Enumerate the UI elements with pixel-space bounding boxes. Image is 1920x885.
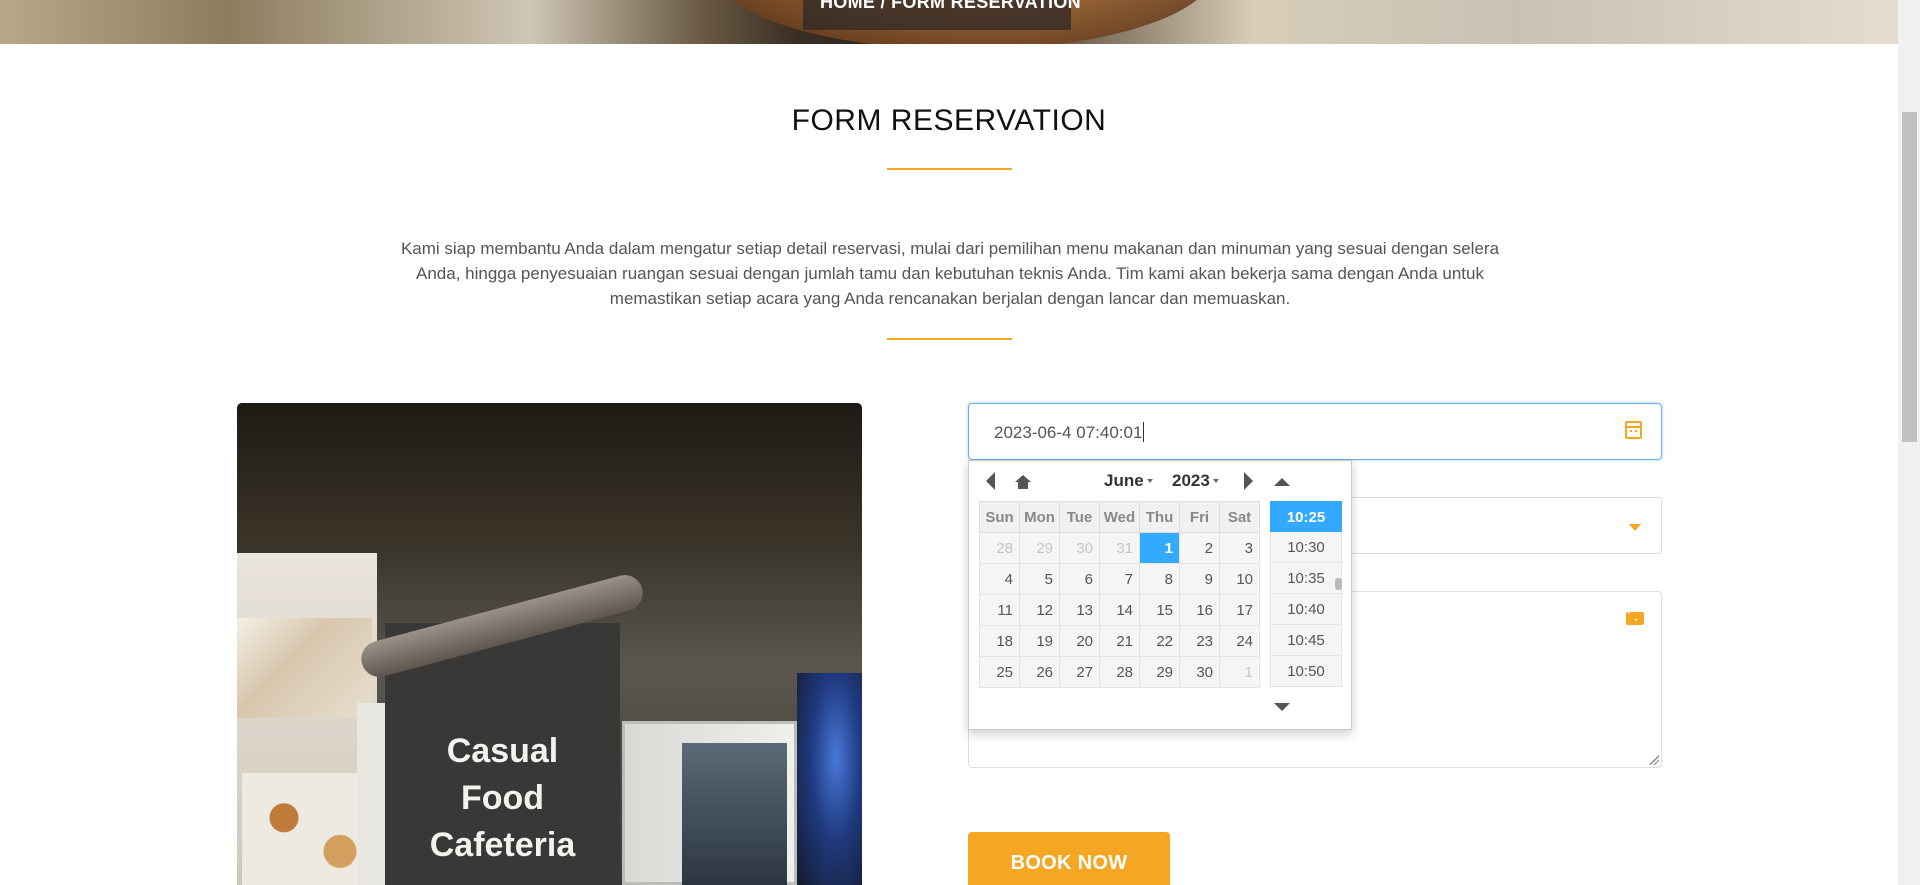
calendar-day[interactable]: 19	[1019, 625, 1060, 657]
weekday-header: Wed	[1099, 501, 1140, 533]
calendar-day[interactable]: 16	[1179, 594, 1220, 626]
hero-banner: HOME / FORM RESERVATION	[0, 0, 1898, 44]
calendar-day[interactable]: 30	[1059, 532, 1100, 564]
datetime-input-value: 2023-06-4 07:40:01	[994, 422, 1145, 443]
calendar-icon[interactable]	[1625, 421, 1642, 439]
prev-month-icon[interactable]	[986, 472, 995, 490]
calendar-day[interactable]: 9	[1179, 563, 1220, 595]
calendar-day[interactable]: 11	[979, 594, 1020, 626]
calendar-day[interactable]: 5	[1019, 563, 1060, 595]
calendar-day[interactable]: 29	[1139, 656, 1180, 688]
intro-text: Kami siap membantu Anda dalam mengatur s…	[400, 239, 1500, 308]
breadcrumb-separator: /	[880, 0, 886, 12]
calendar-day[interactable]: 1	[1219, 656, 1260, 688]
calendar-day[interactable]: 17	[1219, 594, 1260, 626]
datetime-input[interactable]: 2023-06-4 07:40:01	[968, 403, 1662, 460]
photo-ceiling	[237, 403, 862, 543]
year-label: 2023	[1172, 471, 1210, 490]
page-title: FORM RESERVATION	[791, 104, 1107, 137]
time-list-scrollbar[interactable]	[1335, 578, 1342, 590]
page-scrollbar-thumb[interactable]	[1902, 112, 1917, 442]
photo-fridge-glass	[682, 743, 787, 885]
year-select[interactable]: 2023	[1172, 471, 1219, 491]
calendar-day[interactable]: 8	[1139, 563, 1180, 595]
calendar-week: 28 29 30 31 1 2 3	[979, 532, 1260, 564]
calendar-day[interactable]: 18	[979, 625, 1020, 657]
photo-sign-text: Casual Food Cafeteria	[385, 728, 620, 869]
calendar-week: 4 5 6 7 8 9 10	[979, 563, 1260, 595]
calendar-grid: Sun Mon Tue Wed Thu Fri Sat 28 29 30 31 …	[979, 501, 1260, 688]
calendar-week: 25 26 27 28 29 30 1	[979, 656, 1260, 688]
weekday-header: Sun	[979, 501, 1020, 533]
time-option[interactable]: 10:40	[1270, 594, 1342, 625]
weekday-header: Thu	[1139, 501, 1180, 533]
calendar-day[interactable]: 22	[1139, 625, 1180, 657]
chevron-down-icon	[1629, 524, 1641, 531]
calendar-day[interactable]: 28	[979, 532, 1020, 564]
weekday-header-row: Sun Mon Tue Wed Thu Fri Sat	[979, 501, 1260, 533]
calendar-day[interactable]: 2	[1179, 532, 1220, 564]
datetime-picker: June 2023 Sun Mon Tue Wed Thu Fri Sat 28…	[968, 460, 1352, 730]
time-list: 10:25 10:30 10:35 10:40 10:45 10:50	[1270, 501, 1342, 687]
caret-down-icon	[1212, 479, 1219, 483]
calendar-day[interactable]: 10	[1219, 563, 1260, 595]
weekday-header: Tue	[1059, 501, 1100, 533]
weekday-header: Fri	[1179, 501, 1220, 533]
calendar-day[interactable]: 7	[1099, 563, 1140, 595]
time-scroll-up-icon[interactable]	[1274, 478, 1290, 486]
envelope-icon	[1626, 612, 1644, 625]
calendar-day[interactable]: 12	[1019, 594, 1060, 626]
book-now-button[interactable]: BOOK NOW	[968, 832, 1170, 885]
calendar-week: 18 19 20 21 22 23 24	[979, 625, 1260, 657]
calendar-day[interactable]: 14	[1099, 594, 1140, 626]
photo-pillar	[357, 703, 387, 885]
calendar-day[interactable]: 25	[979, 656, 1020, 688]
breadcrumb: HOME / FORM RESERVATION	[820, 0, 1081, 13]
calendar-day[interactable]: 28	[1099, 656, 1140, 688]
calendar-week: 11 12 13 14 15 16 17	[979, 594, 1260, 626]
photo-shelf	[237, 618, 372, 718]
weekday-header: Mon	[1019, 501, 1060, 533]
calendar-day[interactable]: 24	[1219, 625, 1260, 657]
cafeteria-photo: Casual Food Cafeteria	[237, 403, 862, 885]
month-label: June	[1104, 471, 1144, 490]
calendar-day[interactable]: 6	[1059, 563, 1100, 595]
photo-sign-label: Casual Food Cafeteria	[429, 732, 576, 864]
time-scroll-down-icon[interactable]	[1274, 703, 1290, 711]
calendar-day[interactable]: 21	[1099, 625, 1140, 657]
calendar-day[interactable]: 30	[1179, 656, 1220, 688]
next-month-icon[interactable]	[1244, 472, 1253, 490]
intro-divider	[887, 338, 1012, 340]
calendar-day-selected[interactable]: 1	[1139, 532, 1180, 564]
month-select[interactable]: June	[1104, 471, 1153, 491]
breadcrumb-home[interactable]: HOME	[820, 0, 875, 12]
time-option-selected[interactable]: 10:25	[1270, 501, 1342, 532]
calendar-day[interactable]: 26	[1019, 656, 1060, 688]
calendar-day[interactable]: 23	[1179, 625, 1220, 657]
calendar-day[interactable]: 20	[1059, 625, 1100, 657]
datetime-text: 2023-06-4 07:40:01	[994, 423, 1143, 442]
weekday-header: Sat	[1219, 501, 1260, 533]
time-option[interactable]: 10:45	[1270, 625, 1342, 656]
calendar-day[interactable]: 27	[1059, 656, 1100, 688]
calendar-day[interactable]: 13	[1059, 594, 1100, 626]
resize-handle[interactable]	[1649, 755, 1659, 765]
title-divider	[887, 168, 1012, 170]
calendar-day[interactable]: 15	[1139, 594, 1180, 626]
photo-blue-light	[797, 673, 862, 885]
text-caret	[1143, 422, 1145, 442]
caret-down-icon	[1146, 479, 1153, 483]
calendar-day[interactable]: 31	[1099, 532, 1140, 564]
calendar-day[interactable]: 3	[1219, 532, 1260, 564]
home-icon[interactable]	[1015, 475, 1031, 489]
time-option[interactable]: 10:50	[1270, 656, 1342, 687]
time-option[interactable]: 10:30	[1270, 532, 1342, 563]
breadcrumb-current: FORM RESERVATION	[891, 0, 1081, 12]
calendar-day[interactable]: 4	[979, 563, 1020, 595]
time-option[interactable]: 10:35	[1270, 563, 1342, 594]
calendar-day[interactable]: 29	[1019, 532, 1060, 564]
